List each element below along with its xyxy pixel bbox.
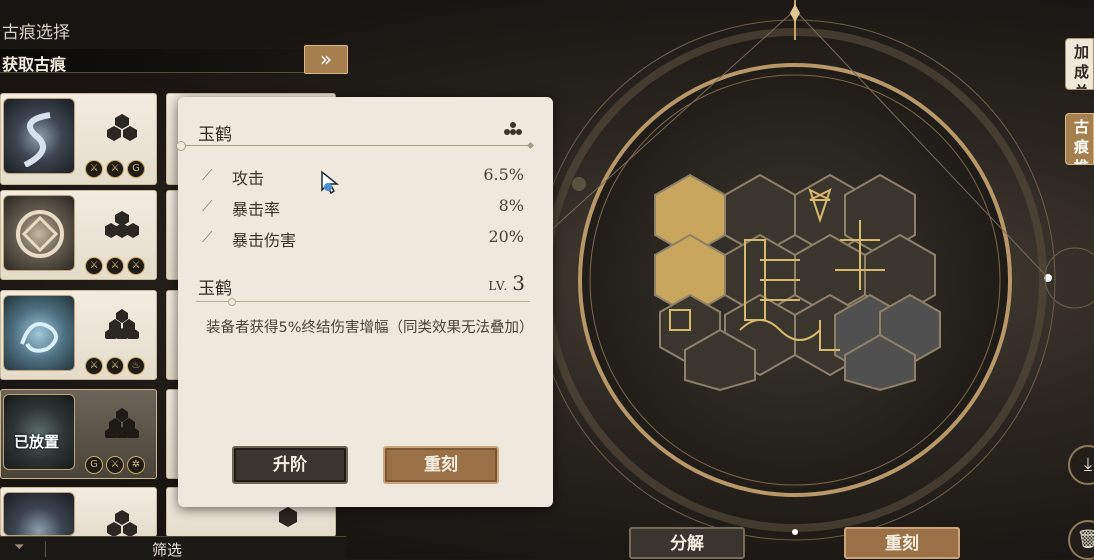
trace-art-serpent	[3, 98, 75, 174]
stat-value: 20%	[488, 227, 524, 246]
stat-row-crit-rate: ⟋ 暴击率 8%	[202, 196, 524, 219]
hex-icon	[279, 507, 297, 527]
stat-name: 暴击率	[232, 200, 281, 219]
sword-icon: ⚔	[127, 257, 145, 275]
trace-card-placed[interactable]: 已放置 G ⚔ ✲	[0, 389, 157, 479]
divider	[196, 298, 530, 306]
sword-icon: ⚔	[106, 257, 124, 275]
skill-icon: G	[85, 456, 103, 474]
filter-label: 筛选	[152, 541, 183, 559]
divider	[176, 141, 530, 151]
trace-card[interactable]: ⚔ ⚔ ⚔	[0, 190, 157, 280]
trace-badges: G ⚔ ✲	[85, 456, 145, 474]
hex-cluster-icon	[105, 408, 139, 438]
stat-name: 暴击伤害	[232, 231, 297, 250]
trace-recommend-tab[interactable]: 古痕推荐	[1065, 113, 1094, 165]
hex-cluster-icon	[105, 211, 139, 238]
stat-value: 6.5%	[483, 165, 524, 184]
stat-row-crit-damage: ⟋ 暴击伤害 20%	[202, 227, 524, 250]
bottom-reforge-button[interactable]: 重刻	[844, 527, 960, 559]
popup-title: 玉鹤	[198, 125, 232, 145]
level-value: 3	[512, 271, 525, 295]
skill-icon: G	[127, 160, 145, 178]
flame-icon: ♨	[127, 357, 145, 375]
astrolabe-board	[540, 0, 1094, 541]
download-icon: ⤓	[1084, 454, 1092, 475]
sword-icon: ⚔	[106, 357, 124, 375]
hex-cluster-icon	[107, 510, 137, 537]
gear-icon: ✲	[127, 456, 145, 474]
trace-card[interactable]: ⚔ ⚔ ♨	[0, 290, 157, 380]
effect-description: 装备者获得5%终结伤害增幅（同类效果无法叠加）	[206, 320, 534, 336]
hex-cluster-icon	[107, 114, 137, 141]
crit-damage-icon: ⟋	[202, 228, 213, 246]
cluster-dots-icon	[504, 122, 522, 135]
filter-icon: ⏷	[14, 540, 25, 555]
serpent-icon	[23, 112, 51, 167]
divider	[45, 541, 46, 557]
trace-art-placed: 已放置	[3, 394, 75, 470]
crit-rate-icon: ⟋	[202, 197, 213, 215]
item-name: 玉鹤	[198, 279, 232, 299]
upgrade-button[interactable]: 升阶	[232, 446, 348, 484]
trace-badges: ⚔ ⚔ ♨	[85, 357, 145, 375]
acquire-bar: 获取古痕	[0, 49, 304, 74]
double-chevron-right-icon: »	[319, 47, 333, 71]
placed-label: 已放置	[14, 433, 60, 451]
level-display: LV. 3	[488, 271, 525, 295]
trash-icon: 🗑	[1076, 529, 1094, 550]
trace-card[interactable]	[0, 487, 157, 537]
sword-icon: ⚔	[85, 257, 103, 275]
sword-icon: ⚔	[85, 160, 103, 178]
hex-cluster-icon	[105, 309, 139, 339]
stat-name: 攻击	[232, 169, 265, 188]
sword-icon: ⚔	[85, 357, 103, 375]
trace-art-dragon	[3, 295, 75, 371]
mouse-cursor-icon	[321, 170, 340, 195]
trace-badges: ⚔ ⚔ G	[85, 160, 145, 178]
level-label: LV.	[488, 279, 509, 293]
attack-icon: ⟋	[202, 166, 213, 184]
trace-badges: ⚔ ⚔ ⚔	[85, 257, 145, 275]
acquire-label: 获取古痕	[2, 55, 67, 74]
sword-icon: ⚔	[106, 160, 124, 178]
decompose-button[interactable]: 分解	[629, 527, 745, 559]
acquire-expand-button[interactable]: »	[304, 45, 348, 74]
knot-icon	[16, 210, 64, 258]
trace-card[interactable]: ⚔ ⚔ G	[0, 93, 157, 185]
panel-title: 古痕选择	[2, 23, 70, 43]
stat-value: 8%	[498, 196, 524, 215]
sword-icon: ⚔	[106, 456, 124, 474]
bonus-overview-tab[interactable]: 加成总览	[1065, 38, 1094, 90]
dragon-icon	[20, 322, 58, 353]
trace-art-knot	[3, 195, 75, 271]
stat-row-attack: ⟋ 攻击 6.5%	[202, 165, 524, 188]
filter-bar[interactable]: ⏷ 筛选	[0, 536, 346, 559]
trace-detail-popup: 玉鹤 ⟋ 攻击 6.5% ⟋ 暴击率 8% ⟋ 暴击伤害 20% 玉鹤 LV. 3…	[176, 97, 553, 507]
reforge-button[interactable]: 重刻	[383, 446, 499, 484]
trace-art-partial	[3, 492, 75, 536]
